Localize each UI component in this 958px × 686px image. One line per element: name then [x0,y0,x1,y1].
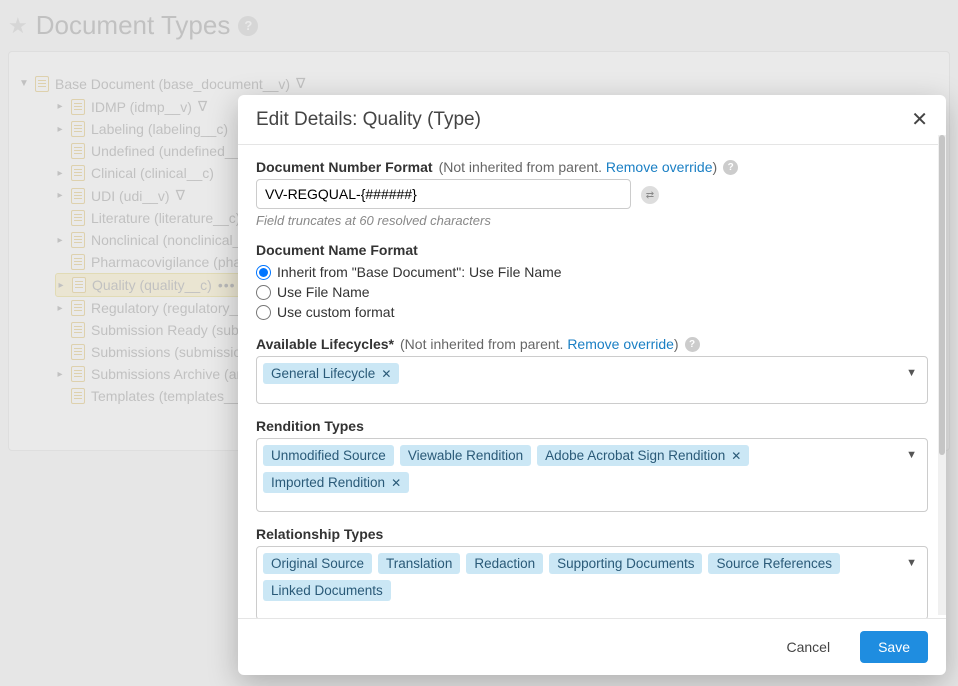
tag[interactable]: Source References [708,553,840,574]
tag-label: Original Source [271,556,364,571]
note-suffix: ) [712,159,717,175]
doc-name-field: Document Name Format Inherit from "Base … [256,242,928,322]
tag-label: Linked Documents [271,583,383,598]
scrollbar-track[interactable] [938,135,946,615]
radio-custom[interactable]: Use custom format [256,302,928,322]
radio-inherit-label: Inherit from "Base Document": Use File N… [277,264,562,280]
tag[interactable]: Adobe Acrobat Sign Rendition ✕ [537,445,749,466]
doc-number-label: Document Number Format [256,159,433,175]
help-icon[interactable]: ? [723,160,738,175]
chevron-down-icon[interactable]: ▼ [906,367,917,379]
tag[interactable]: General Lifecycle ✕ [263,363,399,384]
remove-override-link[interactable]: Remove override [567,336,674,352]
remove-tag-icon[interactable]: ✕ [391,476,401,490]
chevron-down-icon[interactable]: ▼ [906,449,917,461]
radio-custom-input[interactable] [256,305,271,320]
renditions-label: Rendition Types [256,418,364,434]
tag-label: Translation [386,556,452,571]
doc-name-label: Document Name Format [256,242,418,258]
renditions-field: Rendition Types Unmodified Source Viewabl… [256,418,928,512]
edit-details-modal: Edit Details: Quality (Type) ✕ Document … [238,95,946,675]
note-suffix: ) [674,336,679,352]
modal-footer: Cancel Save [238,618,946,675]
lifecycles-tagbox[interactable]: General Lifecycle ✕ ▼ [256,356,928,404]
radio-filename-label: Use File Name [277,284,370,300]
radio-filename-input[interactable] [256,285,271,300]
save-button[interactable]: Save [860,631,928,663]
tag-label: Adobe Acrobat Sign Rendition [545,448,725,463]
cancel-button[interactable]: Cancel [768,631,848,663]
doc-number-hint: Field truncates at 60 resolved character… [256,213,928,228]
lifecycles-note: (Not inherited from parent. Remove overr… [400,336,679,352]
note-prefix: (Not inherited from parent. [400,336,567,352]
lock-icon[interactable]: ⇄ [641,186,659,204]
tag[interactable]: Imported Rendition ✕ [263,472,409,493]
tag-label: Imported Rendition [271,475,385,490]
doc-number-field: Document Number Format (Not inherited fr… [256,159,928,228]
relationships-field: Relationship Types Original Source Transl… [256,526,928,618]
remove-override-link[interactable]: Remove override [606,159,713,175]
tag[interactable]: Unmodified Source [263,445,394,466]
tag-label: General Lifecycle [271,366,375,381]
tag-label: Viewable Rendition [408,448,523,463]
close-icon[interactable]: ✕ [911,107,928,132]
lifecycles-field: Available Lifecycles* (Not inherited fro… [256,336,928,404]
help-icon[interactable]: ? [685,337,700,352]
remove-tag-icon[interactable]: ✕ [731,449,741,463]
radio-inherit[interactable]: Inherit from "Base Document": Use File N… [256,262,928,282]
relationships-label: Relationship Types [256,526,383,542]
tag[interactable]: Translation [378,553,460,574]
tag-label: Unmodified Source [271,448,386,463]
doc-number-input[interactable] [256,179,631,209]
tag[interactable]: Original Source [263,553,372,574]
chevron-down-icon[interactable]: ▼ [906,557,917,569]
doc-number-note: (Not inherited from parent. Remove overr… [439,159,718,175]
tag[interactable]: Viewable Rendition [400,445,531,466]
relationships-tagbox[interactable]: Original Source Translation Redaction Suppo… [256,546,928,618]
tag-label: Redaction [474,556,535,571]
note-prefix: (Not inherited from parent. [439,159,606,175]
tag-label: Source References [716,556,832,571]
scrollbar-thumb[interactable] [939,135,945,455]
radio-filename[interactable]: Use File Name [256,282,928,302]
tag[interactable]: Linked Documents [263,580,391,601]
radio-custom-label: Use custom format [277,304,394,320]
radio-inherit-input[interactable] [256,265,271,280]
modal-title: Edit Details: Quality (Type) [256,109,481,131]
remove-tag-icon[interactable]: ✕ [381,367,391,381]
tag[interactable]: Supporting Documents [549,553,702,574]
modal-body: Document Number Format (Not inherited fr… [238,145,946,618]
tag-label: Supporting Documents [557,556,694,571]
renditions-tagbox[interactable]: Unmodified Source Viewable Rendition Adobe… [256,438,928,512]
lifecycles-label: Available Lifecycles* [256,336,394,352]
tag[interactable]: Redaction [466,553,543,574]
modal-header: Edit Details: Quality (Type) ✕ [238,95,946,145]
